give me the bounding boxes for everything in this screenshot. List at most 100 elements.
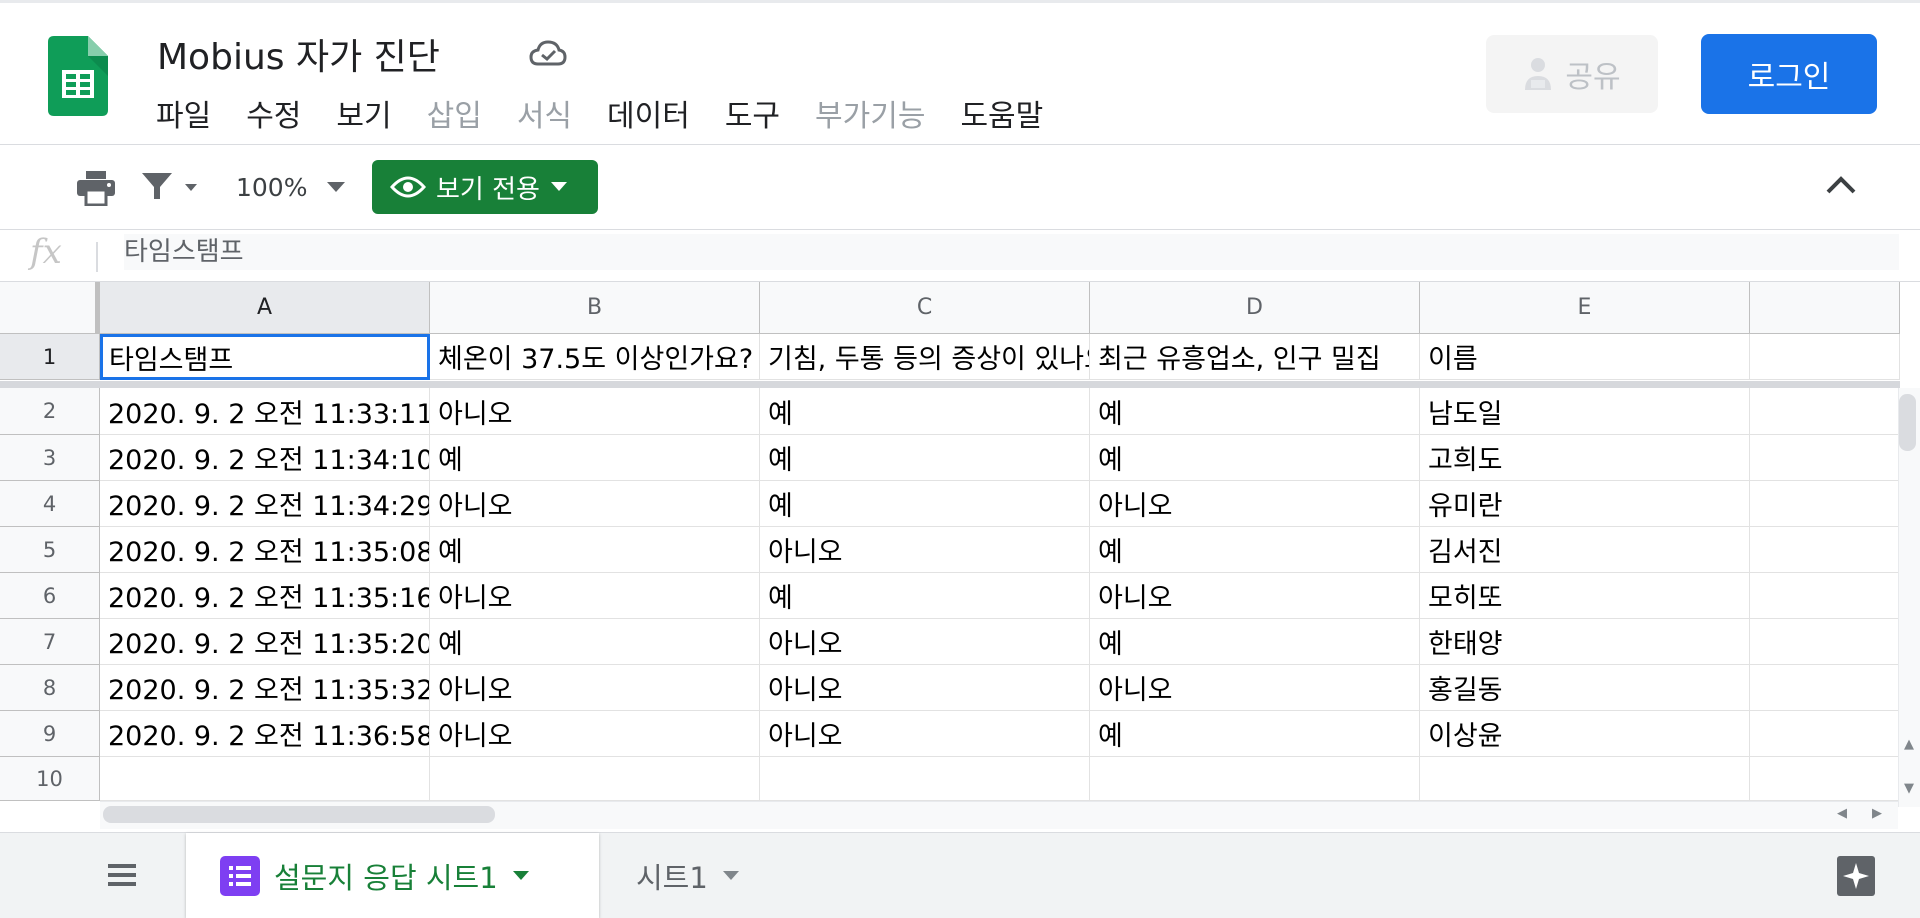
menu-help[interactable]: 도움말 bbox=[960, 91, 1043, 135]
sheet-tab-active[interactable]: 설문지 응답 시트1 bbox=[186, 833, 599, 918]
row-header-1[interactable]: 1 bbox=[0, 334, 100, 380]
scroll-up-arrow-icon[interactable]: ▲ bbox=[1904, 737, 1914, 752]
menu-data[interactable]: 데이터 bbox=[607, 91, 690, 135]
cell-a3[interactable]: 2020. 9. 2 오전 11:34:10 bbox=[100, 435, 430, 481]
column-header-e[interactable]: E bbox=[1420, 282, 1750, 334]
column-header-d[interactable]: D bbox=[1090, 282, 1420, 334]
frozen-row-divider[interactable] bbox=[0, 381, 1900, 388]
filter-icon[interactable] bbox=[140, 169, 174, 203]
cell-b4[interactable]: 아니오 bbox=[430, 481, 760, 527]
cell-a10[interactable] bbox=[100, 757, 430, 801]
column-header-a[interactable]: A bbox=[100, 282, 430, 334]
cell-f4[interactable] bbox=[1750, 481, 1900, 527]
cell-e6[interactable]: 모히또 bbox=[1420, 573, 1750, 619]
cell-a5[interactable]: 2020. 9. 2 오전 11:35:08 bbox=[100, 527, 430, 573]
zoom-select[interactable]: 100% bbox=[236, 173, 307, 202]
cell-b9[interactable]: 아니오 bbox=[430, 711, 760, 757]
cell-f8[interactable] bbox=[1750, 665, 1900, 711]
cell-b6[interactable]: 아니오 bbox=[430, 573, 760, 619]
cell-c6[interactable]: 예 bbox=[760, 573, 1090, 619]
cell-c8[interactable]: 아니오 bbox=[760, 665, 1090, 711]
column-header-c[interactable]: C bbox=[760, 282, 1090, 334]
cell-e8[interactable]: 홍길동 bbox=[1420, 665, 1750, 711]
cell-e7[interactable]: 한태양 bbox=[1420, 619, 1750, 665]
cell-b7[interactable]: 예 bbox=[430, 619, 760, 665]
menu-insert[interactable]: 삽입 bbox=[427, 91, 482, 135]
cell-e1[interactable]: 이름 bbox=[1420, 334, 1750, 380]
row-header-3[interactable]: 3 bbox=[0, 435, 100, 481]
cell-c10[interactable] bbox=[760, 757, 1090, 801]
row-header-10[interactable]: 10 bbox=[0, 757, 100, 801]
menu-tools[interactable]: 도구 bbox=[725, 91, 780, 135]
cell-f2[interactable] bbox=[1750, 388, 1900, 435]
cell-f10[interactable] bbox=[1750, 757, 1900, 801]
cell-f1[interactable] bbox=[1750, 334, 1900, 380]
scroll-right-arrow-icon[interactable]: ▶ bbox=[1872, 806, 1882, 821]
cell-a2[interactable]: 2020. 9. 2 오전 11:33:11 bbox=[100, 388, 430, 435]
sheet-tab-dropdown-icon[interactable] bbox=[722, 870, 740, 882]
cell-f6[interactable] bbox=[1750, 573, 1900, 619]
cell-e3[interactable]: 고희도 bbox=[1420, 435, 1750, 481]
cell-d8[interactable]: 아니오 bbox=[1090, 665, 1420, 711]
cell-a7[interactable]: 2020. 9. 2 오전 11:35:20 bbox=[100, 619, 430, 665]
formula-input[interactable]: 타임스탬프 bbox=[124, 234, 1899, 270]
cell-d6[interactable]: 아니오 bbox=[1090, 573, 1420, 619]
filter-dropdown-caret-icon[interactable] bbox=[184, 183, 198, 193]
menu-file[interactable]: 파일 bbox=[156, 91, 211, 135]
cell-d3[interactable]: 예 bbox=[1090, 435, 1420, 481]
sheets-logo-icon[interactable] bbox=[48, 36, 108, 116]
cell-f7[interactable] bbox=[1750, 619, 1900, 665]
cell-c7[interactable]: 아니오 bbox=[760, 619, 1090, 665]
sheet-tab-dropdown-icon[interactable] bbox=[512, 870, 530, 882]
menu-addons[interactable]: 부가기능 bbox=[815, 91, 925, 135]
explore-icon[interactable] bbox=[1836, 855, 1876, 897]
cell-b3[interactable]: 예 bbox=[430, 435, 760, 481]
row-header-2[interactable]: 2 bbox=[0, 388, 100, 435]
cell-d10[interactable] bbox=[1090, 757, 1420, 801]
cell-a1[interactable]: 타임스탬프 bbox=[100, 334, 430, 380]
cell-b1[interactable]: 체온이 37.5도 이상인가요? bbox=[430, 334, 760, 380]
share-button[interactable]: 공유 bbox=[1486, 35, 1658, 113]
row-header-7[interactable]: 7 bbox=[0, 619, 100, 665]
cell-c2[interactable]: 예 bbox=[760, 388, 1090, 435]
all-sheets-menu-icon[interactable] bbox=[107, 861, 137, 889]
cell-e9[interactable]: 이상윤 bbox=[1420, 711, 1750, 757]
menu-view[interactable]: 보기 bbox=[336, 91, 391, 135]
cell-c5[interactable]: 아니오 bbox=[760, 527, 1090, 573]
zoom-dropdown-caret-icon[interactable] bbox=[326, 181, 346, 193]
cell-b5[interactable]: 예 bbox=[430, 527, 760, 573]
menu-edit[interactable]: 수정 bbox=[246, 91, 301, 135]
print-icon[interactable] bbox=[76, 170, 116, 206]
cell-c1[interactable]: 기침, 두통 등의 증상이 있나요? bbox=[760, 334, 1090, 380]
cell-b10[interactable] bbox=[430, 757, 760, 801]
cell-b2[interactable]: 아니오 bbox=[430, 388, 760, 435]
vertical-scroll-thumb[interactable] bbox=[1899, 394, 1916, 451]
column-header-empty[interactable] bbox=[1750, 282, 1900, 334]
cell-d7[interactable]: 예 bbox=[1090, 619, 1420, 665]
cell-e2[interactable]: 남도일 bbox=[1420, 388, 1750, 435]
cell-b8[interactable]: 아니오 bbox=[430, 665, 760, 711]
cell-d1[interactable]: 최근 유흥업소, 인구 밀집 bbox=[1090, 334, 1420, 380]
cell-f5[interactable] bbox=[1750, 527, 1900, 573]
cell-c3[interactable]: 예 bbox=[760, 435, 1090, 481]
horizontal-scroll-thumb[interactable] bbox=[103, 806, 495, 823]
select-all-corner[interactable] bbox=[0, 282, 100, 334]
cell-a6[interactable]: 2020. 9. 2 오전 11:35:16 bbox=[100, 573, 430, 619]
cell-c9[interactable]: 아니오 bbox=[760, 711, 1090, 757]
view-only-button[interactable]: 보기 전용 bbox=[372, 160, 598, 214]
row-header-5[interactable]: 5 bbox=[0, 527, 100, 573]
cell-f3[interactable] bbox=[1750, 435, 1900, 481]
cell-f9[interactable] bbox=[1750, 711, 1900, 757]
row-header-8[interactable]: 8 bbox=[0, 665, 100, 711]
cell-c4[interactable]: 예 bbox=[760, 481, 1090, 527]
login-button[interactable]: 로그인 bbox=[1701, 34, 1877, 114]
cell-d5[interactable]: 예 bbox=[1090, 527, 1420, 573]
cell-a4[interactable]: 2020. 9. 2 오전 11:34:29 bbox=[100, 481, 430, 527]
cell-e4[interactable]: 유미란 bbox=[1420, 481, 1750, 527]
cell-d9[interactable]: 예 bbox=[1090, 711, 1420, 757]
document-title[interactable]: Mobius 자가 진단 bbox=[157, 28, 440, 80]
scroll-left-arrow-icon[interactable]: ◀ bbox=[1837, 806, 1847, 821]
cell-a8[interactable]: 2020. 9. 2 오전 11:35:32 bbox=[100, 665, 430, 711]
cell-a9[interactable]: 2020. 9. 2 오전 11:36:58 bbox=[100, 711, 430, 757]
cell-d4[interactable]: 아니오 bbox=[1090, 481, 1420, 527]
